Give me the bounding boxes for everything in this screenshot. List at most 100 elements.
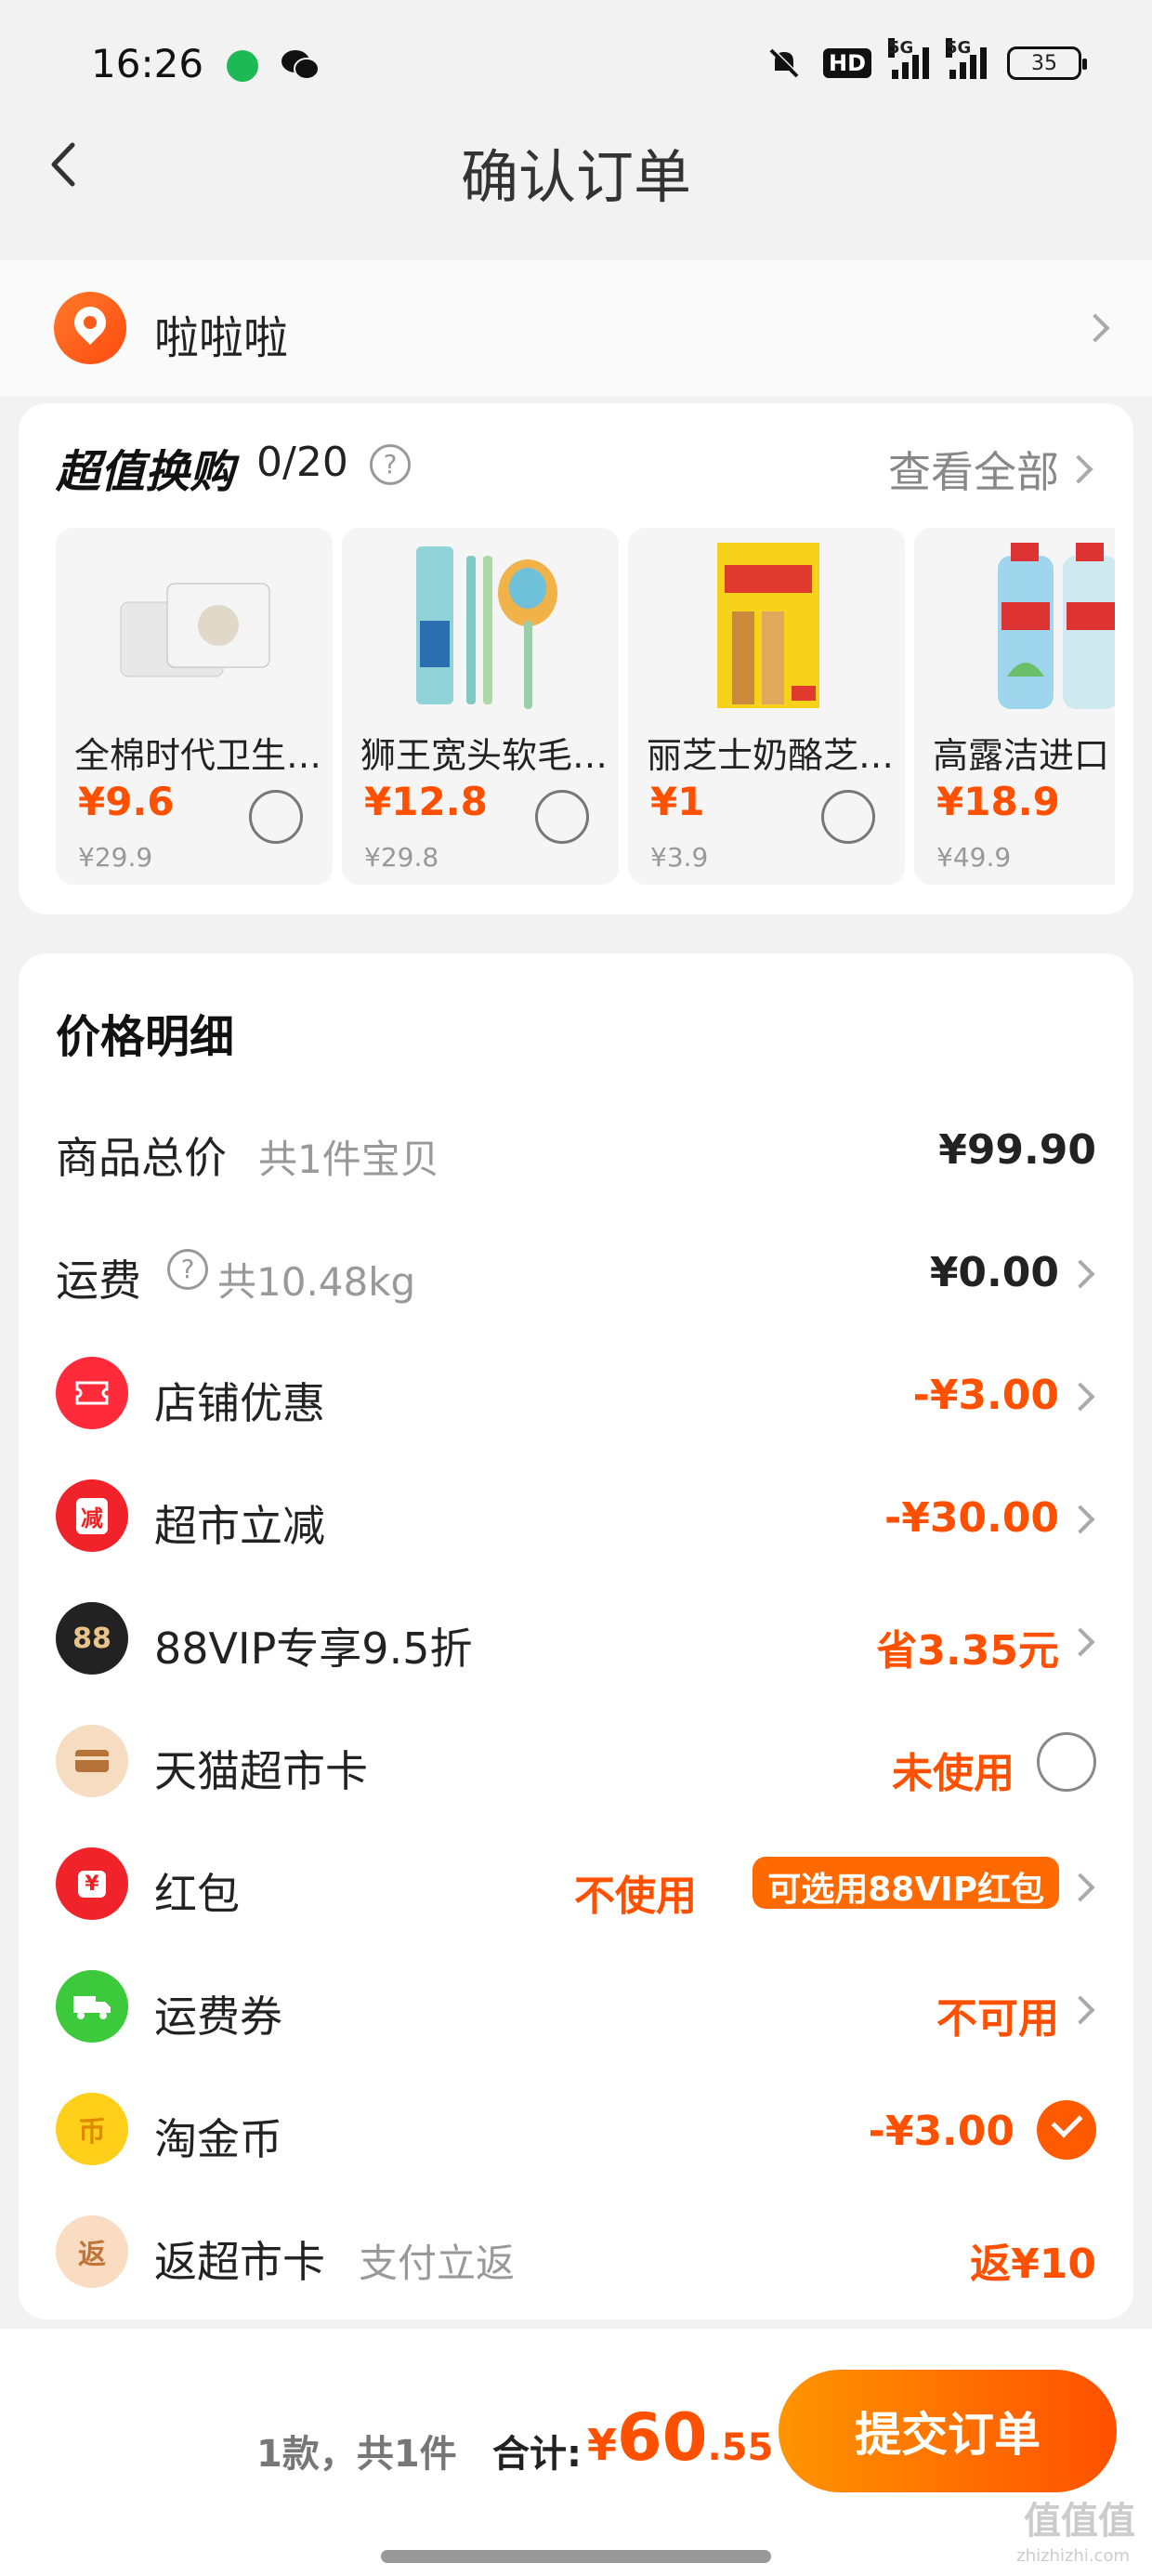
product-select-radio[interactable] [535, 790, 589, 844]
product-select-radio[interactable] [249, 790, 303, 844]
product-card[interactable]: 狮王宽头软毛… ¥12.8 ¥29.8 [342, 528, 619, 885]
goods-total-label: 商品总价 [56, 1133, 227, 1183]
mute-bell-icon [769, 47, 800, 78]
row-label: 红包 [154, 1869, 240, 1919]
chevron-right-icon [1066, 1627, 1095, 1657]
row-label: 返超市卡 [154, 2237, 325, 2287]
row-value: -¥30.00 [884, 1494, 1059, 1542]
reduce-envelope-icon: 减 [56, 1479, 128, 1552]
exchange-title: 超值换购 [56, 446, 235, 498]
market-card-row[interactable]: 天猫超市卡 未使用 [19, 1706, 1133, 1808]
cheese-rolls-image [717, 543, 819, 708]
freight-coupon-row[interactable]: 运费券 不可用 [19, 1952, 1133, 2054]
page-title: 确认订单 [460, 143, 691, 211]
submit-order-button[interactable]: 提交订单 [779, 2370, 1117, 2492]
taojinbi-row[interactable]: 币 淘金币 -¥3.00 [19, 2074, 1133, 2176]
product-original-price: ¥49.9 [936, 842, 1012, 873]
product-name: 丽芝士奶酪芝… [647, 735, 895, 776]
product-card[interactable]: 丽芝士奶酪芝… ¥1 ¥3.9 [628, 528, 905, 885]
freight-value: ¥0.00 [929, 1249, 1059, 1296]
row-value: 未使用 [892, 1750, 1015, 1797]
freight-weight: 共10.48kg [217, 1259, 416, 1305]
row-value: 不可用 [936, 1995, 1059, 2043]
vip-red-packet-badge[interactable]: 可选用88VIP红包 [753, 1857, 1059, 1909]
wechat-icon [281, 50, 320, 80]
row-label: 超市立减 [154, 1501, 325, 1551]
market-reduce-row[interactable]: 减 超市立减 -¥30.00 [19, 1461, 1133, 1563]
row-value: 省3.35元 [876, 1627, 1059, 1675]
chevron-right-icon [1066, 1505, 1095, 1534]
address-row[interactable]: 啦啦啦 [0, 260, 1152, 396]
order-summary: 1款，共1件 [256, 2433, 457, 2476]
ticket-icon [56, 1357, 128, 1429]
exchange-card: 超值换购 0/20 ? 查看全部 全棉时代卫生… ¥9.6 ¥29.9 狮王宽头… [19, 403, 1133, 914]
chevron-right-icon [1066, 1259, 1095, 1289]
rebate-sub: 支付立返 [359, 2241, 516, 2286]
goods-total-row: 商品总价 共1件宝贝 ¥99.90 [19, 1093, 1133, 1195]
row-label: 店铺优惠 [154, 1378, 325, 1428]
chevron-right-icon [1066, 1995, 1095, 2025]
home-indicator[interactable] [381, 2550, 771, 2563]
chevron-right-icon [1066, 1382, 1095, 1412]
shop-discount-row[interactable]: 店铺优惠 -¥3.00 [19, 1338, 1133, 1440]
location-pin-icon [54, 292, 126, 364]
chevron-right-icon [1064, 454, 1093, 484]
freight-row[interactable]: 运费 ? 共10.48kg ¥0.00 [19, 1216, 1133, 1318]
status-icons: HD 5G 5G 35 [766, 38, 1087, 82]
product-card[interactable]: 全棉时代卫生… ¥9.6 ¥29.9 [56, 528, 333, 885]
help-icon[interactable]: ? [370, 444, 411, 485]
chevron-right-icon [1080, 313, 1110, 343]
product-name: 高露洁进口 [933, 735, 1110, 776]
product-price: ¥9.6 [78, 779, 175, 824]
music-app-icon [227, 50, 258, 82]
rebate-row: 返 返超市卡 支付立返 返¥10 [19, 2197, 1133, 2299]
row-label: 运费券 [154, 1991, 282, 2042]
product-price: ¥12.8 [364, 779, 488, 824]
help-icon[interactable]: ? [167, 1249, 208, 1290]
exchange-products: 全棉时代卫生… ¥9.6 ¥29.9 狮王宽头软毛… ¥12.8 ¥29.8 丽… [56, 528, 1115, 885]
total-amount: ¥60.55 [587, 2399, 774, 2476]
detail-title: 价格明细 [56, 1011, 235, 1063]
signal-icon-2: 5G [946, 38, 987, 79]
chevron-right-icon [1066, 1873, 1095, 1902]
row-label: 88VIP专享9.5折 [154, 1623, 473, 1674]
product-select-radio[interactable] [821, 790, 875, 844]
freight-label: 运费 [56, 1255, 141, 1306]
product-name: 狮王宽头软毛… [360, 735, 609, 776]
goods-total-sub: 共1件宝贝 [258, 1137, 439, 1182]
price-detail-card: 价格明细 商品总价 共1件宝贝 ¥99.90 运费 ? 共10.48kg ¥0.… [19, 953, 1133, 2320]
product-price: ¥18.9 [936, 779, 1060, 824]
product-price: ¥1 [650, 779, 705, 824]
row-label: 天猫超市卡 [154, 1746, 368, 1796]
row-value: -¥3.00 [912, 1372, 1059, 1419]
market-card-radio[interactable] [1037, 1732, 1096, 1792]
row-value: 不使用 [574, 1873, 697, 1920]
view-all-link[interactable]: 查看全部 [888, 439, 1059, 500]
battery-icon: 35 [1007, 46, 1087, 80]
row-value: -¥3.00 [868, 2108, 1015, 2155]
mouthwash-image [998, 543, 1115, 709]
cotton-pads-image [120, 583, 270, 677]
product-original-price: ¥3.9 [650, 842, 709, 873]
card-icon [56, 1725, 128, 1797]
bottom-bar: 1款，共1件 合计: ¥60.55 提交订单 [0, 2329, 1152, 2576]
vip-discount-row[interactable]: 88 88VIP专享9.5折 省3.35元 [19, 1584, 1133, 1686]
toothbrush-image [416, 546, 557, 709]
truck-icon [56, 1970, 128, 2043]
signal-icon-1: 5G [888, 38, 929, 79]
address-name: 啦啦啦 [154, 312, 289, 364]
nav-bar: 确认订单 [0, 112, 1152, 223]
product-card[interactable]: 高露洁进口 ¥18.9 ¥49.9 [914, 528, 1115, 885]
rebate-icon: 返 [56, 2215, 128, 2288]
exchange-count: 0/20 [256, 439, 348, 486]
watermark-logo: 值值值 [1024, 2500, 1135, 2543]
red-packet-icon: ¥ [56, 1847, 128, 1920]
coin-icon: 币 [56, 2093, 128, 2165]
red-packet-row[interactable]: ¥ 红包 不使用 可选用88VIP红包 [19, 1829, 1133, 1931]
watermark-url: zhizhizhi.com [1016, 2546, 1130, 2566]
hd-badge: HD [822, 48, 871, 78]
product-original-price: ¥29.8 [364, 842, 439, 873]
taojinbi-checkbox[interactable] [1037, 2100, 1096, 2160]
vip-88-icon: 88 [56, 1602, 128, 1675]
status-time: 16:26 [91, 41, 204, 86]
